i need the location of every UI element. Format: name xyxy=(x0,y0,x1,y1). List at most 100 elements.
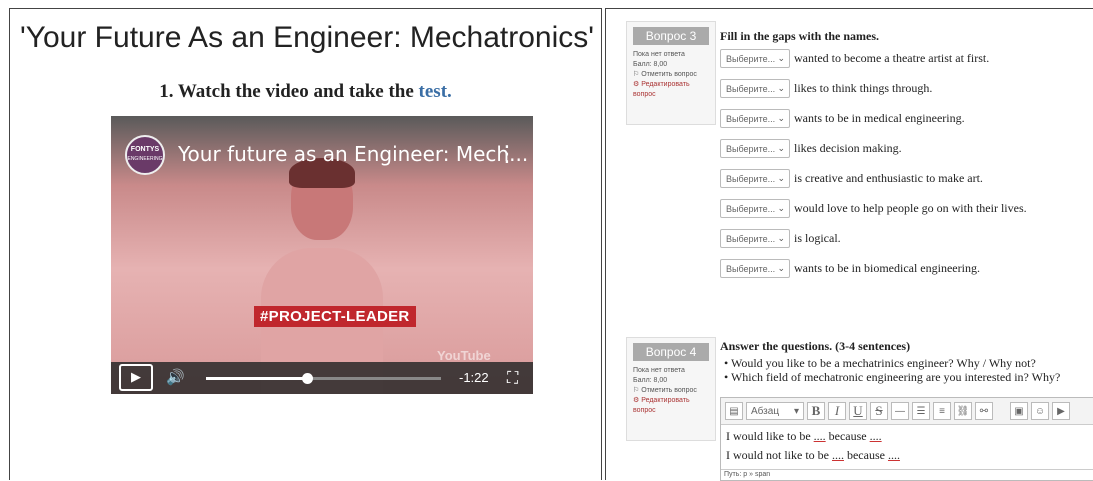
select-placeholder: Выберите... xyxy=(726,113,776,124)
chevron-down-icon: ▾ xyxy=(793,405,799,417)
name-select[interactable]: Выберите... ⌄ xyxy=(720,229,790,248)
edit-label: Редактировать вопрос xyxy=(633,81,690,98)
chevron-down-icon: ⌄ xyxy=(777,173,785,183)
select-placeholder: Выберите... xyxy=(726,263,776,274)
play-icon[interactable]: ▶ xyxy=(119,364,153,391)
video-panel: 'Your Future As an Engineer: Mechatronic… xyxy=(9,8,602,480)
gap-row: Выберите... ⌄ wants to be in biomedical en… xyxy=(720,259,980,278)
gap-sentence: is creative and enthusiastic to make art… xyxy=(794,171,983,185)
select-placeholder: Выберите... xyxy=(726,143,776,154)
name-select[interactable]: Выберите... ⌄ xyxy=(720,109,790,128)
progress-fill xyxy=(206,377,308,380)
gap-sentence: wants to be in medical engineering. xyxy=(794,111,965,125)
bullet-item: • Would you like to be a mechatrinics en… xyxy=(724,356,1036,370)
time-remaining: -1:22 xyxy=(459,370,489,385)
unlink-icon[interactable]: ⚯ xyxy=(975,402,993,420)
chevron-down-icon: ⌄ xyxy=(777,203,785,213)
name-select[interactable]: Выберите... ⌄ xyxy=(720,259,790,278)
task-heading: 1. Watch the video and take the test. xyxy=(10,81,601,103)
image-icon[interactable]: ▣ xyxy=(1010,402,1028,420)
bullet-item: • Which field of mechatronic engineering… xyxy=(724,370,1061,384)
paragraph-format-select[interactable]: Абзац ▾ xyxy=(746,402,804,420)
gap-sentence: wanted to become a theatre artist at fir… xyxy=(794,51,990,65)
test-link[interactable]: test. xyxy=(419,81,452,102)
video-tag: #PROJECT-LEADER xyxy=(254,306,416,327)
gap-row: Выберите... ⌄ is logical. xyxy=(720,229,841,248)
edit-label: Редактировать вопрос xyxy=(633,397,690,414)
quiz-panel: Вопрос 3 Пока нет ответа Балл: 8,00 ⚐ От… xyxy=(605,8,1093,481)
more-vert-icon[interactable]: ⋮ xyxy=(496,144,518,166)
numbered-list-icon[interactable]: ≡ xyxy=(933,402,951,420)
channel-logo-subtext: ENGINEERING xyxy=(127,156,163,162)
video-title[interactable]: Your future as an Engineer: Mech... xyxy=(178,142,528,166)
flag-question-link[interactable]: ⚐ Отметить вопрос xyxy=(633,70,709,80)
question-info: Вопрос 3 Пока нет ответа Балл: 8,00 ⚐ От… xyxy=(626,21,716,125)
gap-sentence: is logical. xyxy=(794,231,841,245)
editor-path: Путь: p » span xyxy=(721,469,1093,480)
name-select[interactable]: Выберите... ⌄ xyxy=(720,79,790,98)
gap-sentence: likes to think things through. xyxy=(794,81,933,95)
edit-question-link[interactable]: ⚙ Редактировать вопрос xyxy=(633,80,709,100)
presenter-image xyxy=(261,156,383,394)
name-select[interactable]: Выберите... ⌄ xyxy=(720,169,790,188)
format-label: Абзац xyxy=(751,405,780,417)
chevron-down-icon: ⌄ xyxy=(777,53,785,63)
youtube-watermark[interactable]: YouTube xyxy=(437,348,491,363)
video-player[interactable]: FONTYS ENGINEERING Your future as an Eng… xyxy=(111,116,533,394)
gap-row: Выберите... ⌄ wants to be in medical engin… xyxy=(720,109,965,128)
emoticon-icon[interactable]: ☺ xyxy=(1031,402,1049,420)
channel-logo-text: FONTYS xyxy=(130,146,160,153)
question-prompt: Fill in the gaps with the names. xyxy=(720,29,880,43)
select-placeholder: Выберите... xyxy=(726,173,776,184)
select-placeholder: Выберите... xyxy=(726,233,776,244)
answer-editor[interactable]: ▤ Абзац ▾ B I U S — ☰ ≡ ⛓ ⚯ ▣ ☺ ▶ I would… xyxy=(720,397,1093,481)
gap-sentence: likes decision making. xyxy=(794,141,902,155)
progress-bar[interactable] xyxy=(206,373,441,384)
link-icon[interactable]: ⛓ xyxy=(954,402,972,420)
chevron-down-icon: ⌄ xyxy=(777,83,785,93)
volume-icon[interactable]: 🔊 xyxy=(166,368,185,386)
bold-icon[interactable]: B xyxy=(807,402,825,420)
gap-row: Выберите... ⌄ likes to think things throug… xyxy=(720,79,932,98)
flag-label: Отметить вопрос xyxy=(641,71,697,78)
name-select[interactable]: Выберите... ⌄ xyxy=(720,49,790,68)
video-controls: ▶ 🔊 -1:22 ⛶ xyxy=(111,362,533,394)
italic-icon[interactable]: I xyxy=(828,402,846,420)
answer-line[interactable]: I would not like to be .... because .... xyxy=(726,448,1093,463)
select-placeholder: Выберите... xyxy=(726,83,776,94)
answer-line[interactable]: I would like to be .... because .... xyxy=(726,429,1093,444)
question-info: Вопрос 4 Пока нет ответа Балл: 8,00 ⚐ От… xyxy=(626,337,716,441)
flag-icon: ⚐ xyxy=(633,71,640,78)
gap-row: Выберите... ⌄ wanted to become a theatre a… xyxy=(720,49,989,68)
lesson-title: 'Your Future As an Engineer: Mechatronic… xyxy=(20,21,594,54)
flag-icon: ⚐ xyxy=(633,387,640,394)
name-select[interactable]: Выберите... ⌄ xyxy=(720,199,790,218)
fullscreen-icon[interactable]: ⛶ xyxy=(507,368,518,388)
editor-toolbar: ▤ Абзац ▾ B I U S — ☰ ≡ ⛓ ⚯ ▣ ☺ ▶ xyxy=(721,398,1093,425)
question-number: Вопрос 3 xyxy=(633,27,709,45)
question-number: Вопрос 4 xyxy=(633,343,709,361)
chevron-down-icon: ⌄ xyxy=(777,143,785,153)
strikethrough-icon[interactable]: S xyxy=(870,402,888,420)
toolbar-toggle-icon[interactable]: ▤ xyxy=(725,402,743,420)
horizontal-rule-icon[interactable]: — xyxy=(891,402,909,420)
edit-question-link[interactable]: ⚙ Редактировать вопрос xyxy=(633,396,709,416)
bullet-list-icon[interactable]: ☰ xyxy=(912,402,930,420)
gap-sentence: would love to help people go on with the… xyxy=(794,201,1027,215)
channel-logo[interactable]: FONTYS ENGINEERING xyxy=(125,135,165,175)
gap-row: Выберите... ⌄ is creative and enthusiastic… xyxy=(720,169,983,188)
gap-row: Выберите... ⌄ likes decision making. xyxy=(720,139,902,158)
flag-label: Отметить вопрос xyxy=(641,387,697,394)
underline-icon[interactable]: U xyxy=(849,402,867,420)
question-prompt: Answer the questions. (3-4 sentences) xyxy=(720,339,911,353)
flag-question-link[interactable]: ⚐ Отметить вопрос xyxy=(633,386,709,396)
progress-knob[interactable] xyxy=(302,373,314,384)
chevron-down-icon: ⌄ xyxy=(777,113,785,123)
name-select[interactable]: Выберите... ⌄ xyxy=(720,139,790,158)
gear-icon: ⚙ xyxy=(633,397,640,404)
media-icon[interactable]: ▶ xyxy=(1052,402,1070,420)
select-placeholder: Выберите... xyxy=(726,203,776,214)
gear-icon: ⚙ xyxy=(633,81,640,88)
question-score: Балл: 8,00 xyxy=(633,377,668,384)
select-placeholder: Выберите... xyxy=(726,53,776,64)
